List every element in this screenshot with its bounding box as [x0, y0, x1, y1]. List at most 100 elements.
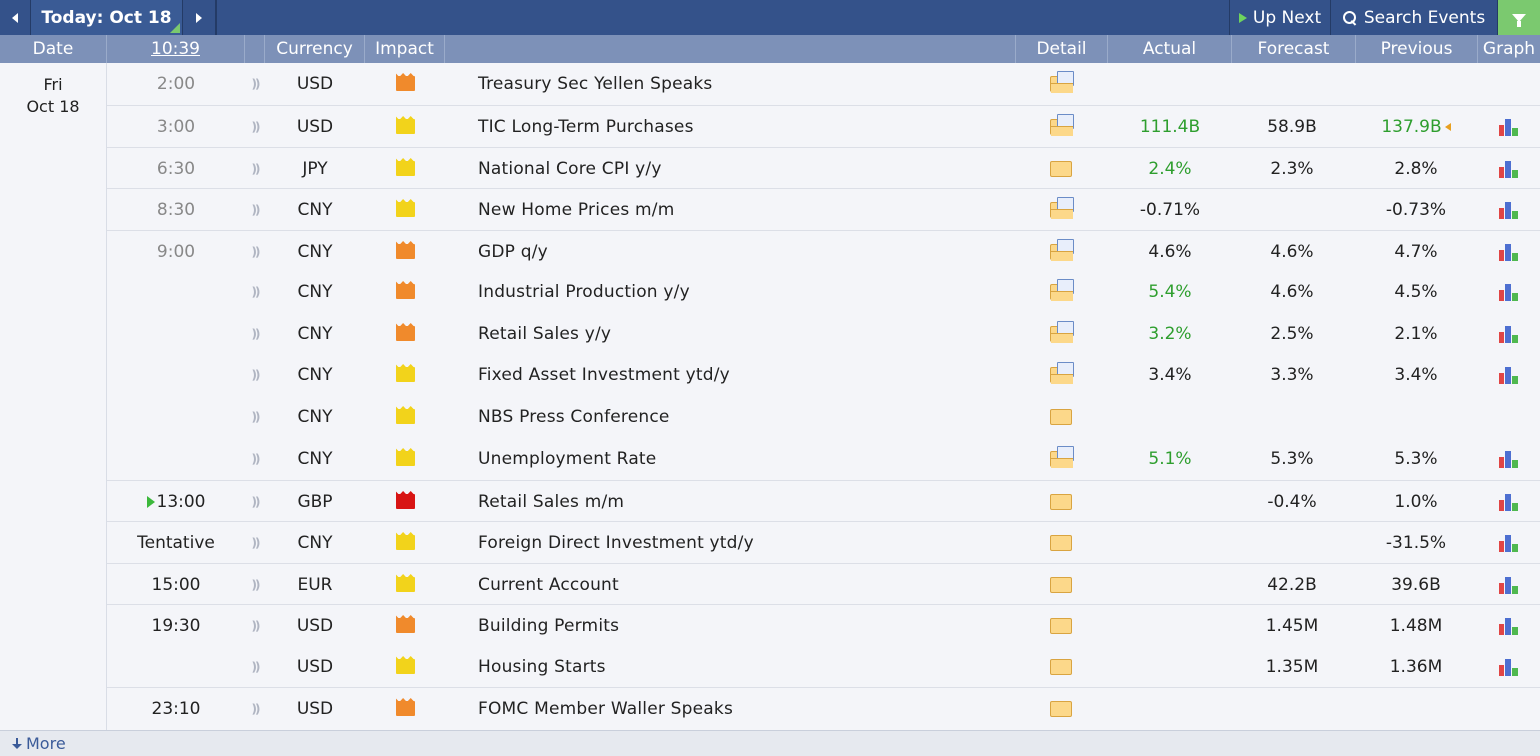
- detail-folder-icon[interactable]: [1050, 70, 1074, 93]
- impact-cell[interactable]: [365, 522, 445, 563]
- table-row[interactable]: 8:30)) CNY New Home Prices m/m -0.71% -0.73%: [107, 188, 1540, 229]
- table-row[interactable]: 9:00)) CNY GDP q/y 4.6% 4.6% 4.7%: [107, 230, 1540, 271]
- graph-cell[interactable]: [1477, 271, 1540, 312]
- detail-folder-icon[interactable]: [1050, 361, 1074, 384]
- graph-cell[interactable]: [1477, 438, 1540, 479]
- graph-cell[interactable]: [1477, 605, 1540, 646]
- detail-folder-icon[interactable]: [1050, 320, 1074, 343]
- event-title[interactable]: Retail Sales y/y: [478, 313, 1008, 354]
- table-row[interactable]: )) USD Housing Starts 1.35M 1.36M: [107, 646, 1540, 687]
- bar-chart-icon[interactable]: [1497, 576, 1521, 594]
- impact-low-icon[interactable]: [395, 659, 415, 674]
- table-row[interactable]: 23:10)) USD FOMC Member Waller Speaks: [107, 687, 1540, 728]
- impact-cell[interactable]: [365, 354, 445, 395]
- filter-button[interactable]: [1498, 0, 1540, 35]
- sound-icon[interactable]: )): [245, 688, 265, 729]
- up-next-button[interactable]: Up Next: [1229, 0, 1331, 35]
- impact-cell[interactable]: [365, 438, 445, 479]
- sound-icon[interactable]: )): [245, 313, 265, 354]
- bar-chart-icon[interactable]: [1497, 243, 1521, 261]
- bar-chart-icon[interactable]: [1497, 366, 1521, 384]
- impact-cell[interactable]: [365, 564, 445, 605]
- detail-folder-icon[interactable]: [1050, 658, 1072, 675]
- detail-folder-icon[interactable]: [1050, 238, 1074, 261]
- event-title[interactable]: Retail Sales m/m: [478, 481, 1008, 522]
- detail-cell[interactable]: [1037, 396, 1085, 437]
- event-title[interactable]: Unemployment Rate: [478, 438, 1008, 479]
- table-row[interactable]: 15:00)) EUR Current Account 42.2B 39.6B: [107, 563, 1540, 604]
- impact-low-icon[interactable]: [395, 161, 415, 176]
- bar-chart-icon[interactable]: [1497, 534, 1521, 552]
- event-title[interactable]: Fixed Asset Investment ytd/y: [478, 354, 1008, 395]
- table-row[interactable]: Tentative)) CNY Foreign Direct Investment …: [107, 521, 1540, 562]
- sound-icon[interactable]: )): [245, 271, 265, 312]
- detail-folder-icon[interactable]: [1050, 445, 1074, 468]
- detail-folder-icon[interactable]: [1050, 408, 1072, 425]
- sound-icon[interactable]: )): [245, 63, 265, 104]
- detail-cell[interactable]: [1037, 63, 1085, 104]
- detail-cell[interactable]: [1037, 148, 1085, 189]
- sound-icon[interactable]: )): [245, 148, 265, 189]
- detail-cell[interactable]: [1037, 481, 1085, 522]
- detail-cell[interactable]: [1037, 354, 1085, 395]
- event-title[interactable]: Building Permits: [478, 605, 1008, 646]
- graph-cell[interactable]: [1477, 106, 1540, 147]
- event-title[interactable]: Industrial Production y/y: [478, 271, 1008, 312]
- impact-cell[interactable]: [365, 396, 445, 437]
- impact-low-icon[interactable]: [395, 367, 415, 382]
- detail-folder-icon[interactable]: [1050, 196, 1074, 219]
- today-button[interactable]: Today: Oct 18: [31, 0, 183, 35]
- event-title[interactable]: Treasury Sec Yellen Speaks: [478, 63, 1008, 104]
- sound-icon[interactable]: )): [245, 354, 265, 395]
- detail-cell[interactable]: [1037, 646, 1085, 687]
- more-link[interactable]: More: [0, 730, 1540, 756]
- event-title[interactable]: New Home Prices m/m: [478, 189, 1008, 230]
- table-row[interactable]: )) CNY Retail Sales y/y 3.2% 2.5% 2.1%: [107, 313, 1540, 354]
- detail-cell[interactable]: [1037, 313, 1085, 354]
- graph-cell[interactable]: [1477, 231, 1540, 272]
- sound-icon[interactable]: )): [245, 564, 265, 605]
- table-row[interactable]: )) CNY Fixed Asset Investment ytd/y 3.4% 3.3…: [107, 354, 1540, 395]
- detail-folder-icon[interactable]: [1050, 160, 1072, 177]
- table-row[interactable]: )) CNY Unemployment Rate 5.1% 5.3% 5.3%: [107, 438, 1540, 479]
- table-row[interactable]: 13:00)) GBP Retail Sales m/m -0.4% 1.0%: [107, 480, 1540, 521]
- event-title[interactable]: Housing Starts: [478, 646, 1008, 687]
- detail-cell[interactable]: [1037, 189, 1085, 230]
- detail-folder-icon[interactable]: [1050, 576, 1072, 593]
- bar-chart-icon[interactable]: [1497, 450, 1521, 468]
- bar-chart-icon[interactable]: [1497, 658, 1521, 676]
- graph-cell[interactable]: [1477, 522, 1540, 563]
- detail-cell[interactable]: [1037, 231, 1085, 272]
- detail-cell[interactable]: [1037, 522, 1085, 563]
- detail-cell[interactable]: [1037, 106, 1085, 147]
- sound-icon[interactable]: )): [245, 106, 265, 147]
- table-row[interactable]: 6:30)) JPY National Core CPI y/y 2.4% 2.3% 2.…: [107, 147, 1540, 188]
- event-title[interactable]: National Core CPI y/y: [478, 148, 1008, 189]
- detail-cell[interactable]: [1037, 271, 1085, 312]
- impact-low-icon[interactable]: [395, 119, 415, 134]
- graph-cell[interactable]: [1477, 481, 1540, 522]
- impact-cell[interactable]: [365, 688, 445, 729]
- table-row[interactable]: 19:30)) USD Building Permits 1.45M 1.48M: [107, 604, 1540, 645]
- impact-medium-icon[interactable]: [395, 326, 415, 341]
- sound-icon[interactable]: )): [245, 189, 265, 230]
- bar-chart-icon[interactable]: [1497, 201, 1521, 219]
- detail-cell[interactable]: [1037, 438, 1085, 479]
- impact-cell[interactable]: [365, 106, 445, 147]
- revised-icon[interactable]: [1444, 122, 1451, 131]
- impact-medium-icon[interactable]: [395, 76, 415, 91]
- table-row[interactable]: 3:00)) USD TIC Long-Term Purchases 111.4B 58…: [107, 105, 1540, 146]
- impact-low-icon[interactable]: [395, 409, 415, 424]
- impact-medium-icon[interactable]: [395, 701, 415, 716]
- detail-cell[interactable]: [1037, 564, 1085, 605]
- impact-cell[interactable]: [365, 481, 445, 522]
- impact-medium-icon[interactable]: [395, 244, 415, 259]
- sound-icon[interactable]: )): [245, 646, 265, 687]
- col-time[interactable]: 10:39: [107, 35, 245, 63]
- graph-cell[interactable]: [1477, 646, 1540, 687]
- event-title[interactable]: Current Account: [478, 564, 1008, 605]
- table-row[interactable]: )) CNY Industrial Production y/y 5.4% 4.6% 4.…: [107, 271, 1540, 312]
- sound-icon[interactable]: )): [245, 396, 265, 437]
- impact-cell[interactable]: [365, 313, 445, 354]
- impact-medium-icon[interactable]: [395, 618, 415, 633]
